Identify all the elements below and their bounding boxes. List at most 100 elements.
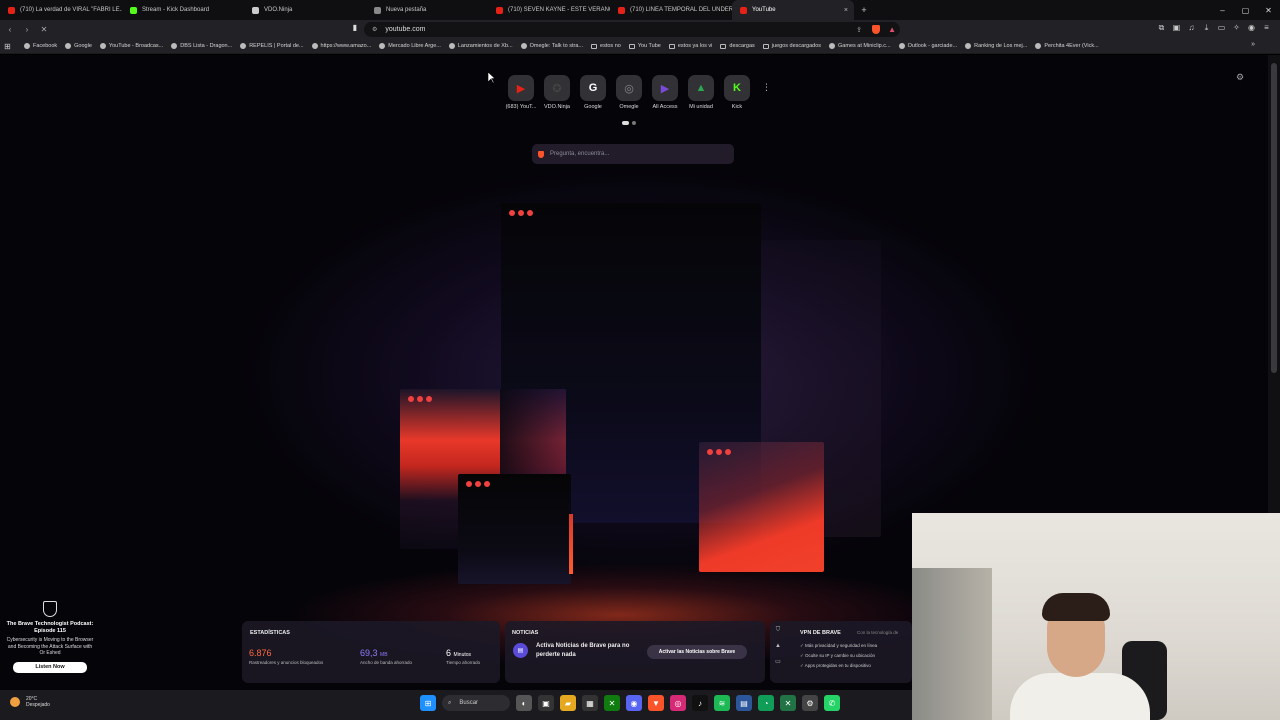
top-site-tile[interactable]: ▶ (683) YouT... bbox=[506, 75, 536, 110]
new-tab-icon[interactable]: + bbox=[854, 0, 874, 20]
task-view-icon[interactable]: ▣ bbox=[538, 695, 554, 711]
excel-icon[interactable]: ✕ bbox=[780, 695, 796, 711]
bookmark-item[interactable]: estos no bbox=[591, 43, 621, 49]
bookmark-item[interactable]: https://www.amazo... bbox=[311, 43, 371, 49]
vpn-shield-icon[interactable]: ⛉ bbox=[776, 627, 781, 634]
stat-value: 6.876 bbox=[249, 648, 272, 658]
bookmark-item[interactable]: Mercado Libre Arge... bbox=[379, 43, 441, 49]
menu-icon[interactable]: ≡ bbox=[1261, 23, 1272, 35]
bookmark-item[interactable]: DBS Lista - Dragon... bbox=[171, 43, 232, 49]
whatsapp-icon[interactable]: ✆ bbox=[824, 695, 840, 711]
top-site-label: All Access bbox=[652, 104, 678, 110]
news-icon: ▤ bbox=[513, 643, 528, 658]
brave-icon[interactable]: ▼ bbox=[648, 695, 664, 711]
bookmark-item[interactable]: Perchita 4Ever (Vick... bbox=[1035, 43, 1099, 49]
tiktok-icon[interactable]: ♪ bbox=[692, 695, 708, 711]
top-site-tile[interactable]: ▲ Mi unidad bbox=[686, 75, 716, 110]
bookmark-label: REPELIS | Portal de... bbox=[249, 43, 304, 49]
tab-0[interactable]: (710) La verdad de VIRAL "FABRI LE... bbox=[0, 0, 122, 20]
listen-now-button[interactable]: Listen Now bbox=[13, 661, 87, 673]
webcam-person-body bbox=[1010, 673, 1150, 720]
discord-icon[interactable]: ◉ bbox=[626, 695, 642, 711]
bookmark-item[interactable]: Facebook bbox=[24, 43, 57, 49]
enable-news-button[interactable]: Activar las Noticias sobre Brave bbox=[647, 645, 747, 659]
bookmark-item[interactable]: Lanzamientos de Xb... bbox=[448, 43, 513, 49]
start-icon[interactable]: ⊞ bbox=[420, 695, 436, 711]
top-site-tile[interactable]: K Kick bbox=[722, 75, 752, 110]
widget-switcher: ⛉ ▲ ▭ bbox=[770, 621, 786, 683]
back-icon[interactable]: ‹ bbox=[3, 23, 17, 37]
top-site-icon: ▶ bbox=[652, 75, 678, 101]
settings-icon[interactable]: ⚙ bbox=[802, 695, 818, 711]
vpn-feature: Apps protegidas en tu dispositivo bbox=[800, 661, 877, 671]
stop-loading-icon[interactable]: ✕ bbox=[37, 23, 51, 37]
bookmark-item[interactable]: YouTube - Broadcas... bbox=[99, 43, 163, 49]
cards-icon[interactable]: ▭ bbox=[775, 658, 781, 665]
more-bookmarks-icon[interactable]: » bbox=[1251, 41, 1255, 48]
top-site-tile[interactable]: ◎ Omegle bbox=[614, 75, 644, 110]
bookmark-label: Ranking de Los mej... bbox=[974, 43, 1028, 49]
site-info-icon[interactable]: ⚙ bbox=[372, 26, 377, 33]
xbox-icon[interactable]: ✕ bbox=[604, 695, 620, 711]
bookmark-item[interactable]: Outlook - garciade... bbox=[898, 43, 957, 49]
taskbar-search[interactable]: ⌕ Buscar bbox=[442, 695, 510, 711]
bookmark-item[interactable]: REPELIS | Portal de... bbox=[240, 43, 304, 49]
media-icon[interactable]: ♫ bbox=[1186, 23, 1197, 35]
bookmark-item[interactable]: Games at Miniclip.c... bbox=[829, 43, 891, 49]
sidebar-icon[interactable]: ▣ bbox=[1171, 23, 1182, 35]
apps-grid-icon[interactable]: ⊞ bbox=[4, 42, 16, 51]
share-icon[interactable]: ⇪ bbox=[856, 26, 862, 34]
tab-3[interactable]: Nueva pestaña bbox=[366, 0, 488, 20]
bookmark-item[interactable]: Omegle: Talk to stra... bbox=[520, 43, 583, 49]
bookmark-item[interactable]: Ranking de Los mej... bbox=[965, 43, 1027, 49]
file-explorer-icon[interactable]: ▰ bbox=[560, 695, 576, 711]
tab-1[interactable]: Stream - Kick Dashboard bbox=[122, 0, 244, 20]
bookmark-item[interactable]: descargas bbox=[720, 43, 755, 49]
tab-favicon-icon bbox=[252, 6, 259, 14]
stat-caption: Tiempo ahorrado bbox=[446, 660, 481, 665]
spotify-icon[interactable]: ≋ bbox=[714, 695, 730, 711]
top-sites-pager[interactable] bbox=[622, 121, 636, 125]
brave-rewards-icon[interactable]: ▲ bbox=[888, 25, 896, 34]
edge-icon[interactable]: ◔ bbox=[758, 695, 774, 711]
bookmark-item[interactable]: You Tube bbox=[628, 43, 661, 49]
weather-widget[interactable]: 20°C Despejado bbox=[10, 696, 50, 708]
bookmark-item[interactable]: juegos descargados bbox=[762, 43, 821, 49]
forward-icon[interactable]: › bbox=[20, 23, 34, 37]
customize-gear-icon[interactable]: ⚙ bbox=[1236, 72, 1244, 83]
tab-2[interactable]: VDO.Ninja bbox=[244, 0, 366, 20]
top-site-tile[interactable]: ▶ All Access bbox=[650, 75, 680, 110]
maximize-icon[interactable]: ▢ bbox=[1234, 0, 1257, 20]
tab-4[interactable]: (710) SEVEN KAYNE - ESTE VERANO ... bbox=[488, 0, 610, 20]
instagram-icon[interactable]: ◎ bbox=[670, 695, 686, 711]
widgets-icon[interactable]: ◐ bbox=[516, 695, 532, 711]
photos-icon[interactable]: ▤ bbox=[736, 695, 752, 711]
brave-shields-icon[interactable] bbox=[872, 25, 880, 34]
wallet-icon[interactable]: ▭ bbox=[1216, 23, 1227, 35]
bookmark-item[interactable]: Google bbox=[65, 43, 92, 49]
bookmark-icon[interactable]: ▮ bbox=[350, 23, 360, 35]
url-text[interactable]: youtube.com bbox=[385, 26, 425, 33]
close-window-icon[interactable]: ✕ bbox=[1257, 0, 1280, 20]
bookmark-item[interactable]: estos ya los vi bbox=[668, 43, 712, 49]
top-site-tile[interactable]: G Google bbox=[578, 75, 608, 110]
top-site-glyph: ◎ bbox=[624, 82, 634, 95]
download-icon[interactable]: ⤓ bbox=[1201, 23, 1212, 35]
favicon-icon bbox=[1035, 43, 1042, 49]
tab-5[interactable]: (710) LINEA TEMPORAL DEL UNDER... bbox=[610, 0, 732, 20]
address-bar[interactable]: ⚙ youtube.com ⇪ ▲ bbox=[364, 22, 900, 37]
close-tab-icon[interactable]: × bbox=[844, 7, 848, 14]
extensions-icon[interactable]: ⧉ bbox=[1156, 23, 1167, 35]
vpn-icon[interactable]: ◉ bbox=[1246, 23, 1257, 35]
stat-item: 6 Minutos Tiempo ahorrado bbox=[446, 648, 480, 665]
top-site-label: Mi unidad bbox=[689, 104, 713, 110]
ntp-search-box[interactable]: Pregunta, encuentra... bbox=[532, 144, 734, 164]
top-sites-more-icon[interactable]: ⋮ bbox=[762, 82, 771, 93]
top-site-tile[interactable]: ✪ VDO.Ninja bbox=[542, 75, 572, 110]
minimize-icon[interactable]: – bbox=[1211, 0, 1234, 20]
tab-6[interactable]: YouTube × bbox=[732, 0, 854, 20]
leo-icon[interactable]: ✧ bbox=[1231, 23, 1242, 35]
podcast-promo: The Brave Technologist Podcast: Episode … bbox=[6, 601, 94, 673]
store-icon[interactable]: ▦ bbox=[582, 695, 598, 711]
rewards-triangle-icon[interactable]: ▲ bbox=[775, 643, 781, 649]
